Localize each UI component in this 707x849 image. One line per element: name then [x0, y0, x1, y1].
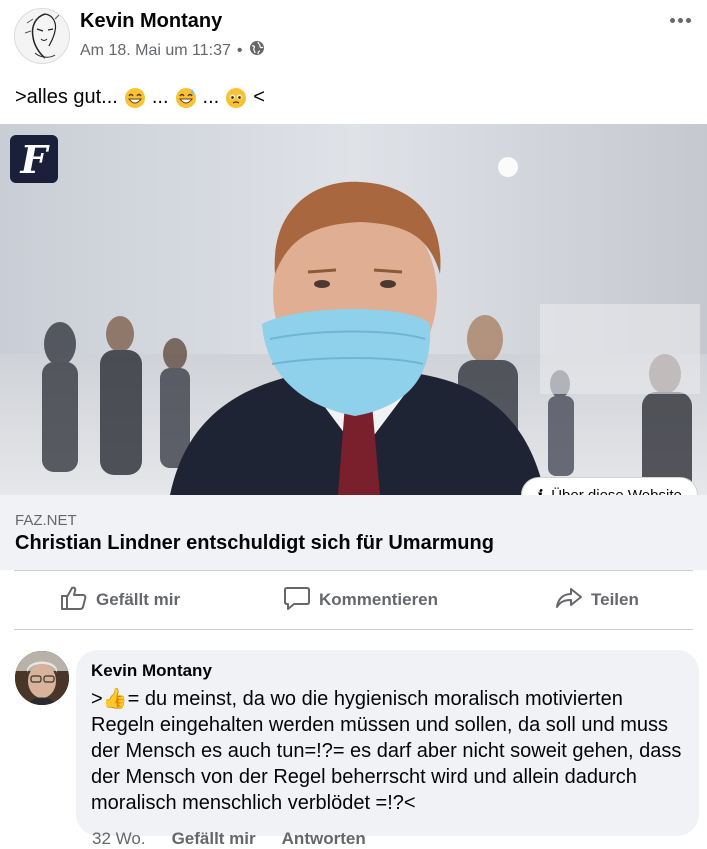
- more-options-icon[interactable]: [665, 8, 695, 32]
- comment-reply-button[interactable]: Antworten: [282, 829, 366, 849]
- share-label: Teilen: [591, 590, 639, 609]
- sweat-smile-emoji: [175, 87, 197, 109]
- post-text-end: <: [253, 86, 265, 108]
- comment-bubble: Kevin Montany >👍= du meinst, da wo die h…: [76, 650, 699, 836]
- commenter-avatar[interactable]: [15, 651, 69, 705]
- post-text-dots-2: ...: [202, 86, 220, 108]
- share-button[interactable]: Teilen: [555, 571, 639, 629]
- thumbs-up-icon: [60, 585, 88, 616]
- like-button[interactable]: Gefällt mir: [60, 571, 180, 629]
- post-timestamp[interactable]: Am 18. Mai um 11:37: [80, 42, 231, 60]
- like-label: Gefällt mir: [96, 590, 181, 609]
- link-preview-image[interactable]: F: [0, 124, 707, 495]
- comment-text: >👍= du meinst, da wo die hygienisch mora…: [91, 688, 682, 814]
- comment-label: Kommentieren: [319, 590, 439, 609]
- comment-button[interactable]: Kommentieren: [283, 571, 438, 629]
- timestamp-separator: •: [236, 41, 243, 59]
- commenter-name[interactable]: Kevin Montany: [91, 661, 212, 681]
- faz-logo: F: [10, 135, 58, 183]
- author-avatar[interactable]: [14, 8, 70, 64]
- pleading-emoji: [225, 87, 247, 109]
- comment-actions: 32 Wo. Gefällt mir Antworten: [92, 829, 366, 849]
- post-text-start: >alles gut...: [15, 86, 118, 108]
- comment-bubble-icon: [283, 585, 311, 616]
- share-arrow-icon: [555, 585, 583, 616]
- link-domain: FAZ.NET: [15, 512, 77, 529]
- grin-emoji: [124, 87, 146, 109]
- comment-age[interactable]: 32 Wo.: [92, 829, 146, 849]
- post-text: >alles gut... ... ... <: [15, 86, 265, 109]
- post-header: Kevin Montany Am 18. Mai um 11:37 •: [0, 0, 707, 70]
- comment-like-button[interactable]: Gefällt mir: [172, 829, 256, 849]
- link-title[interactable]: Christian Lindner entschuldigt sich für …: [15, 532, 494, 555]
- link-preview-meta[interactable]: FAZ.NET Christian Lindner entschuldigt s…: [0, 495, 707, 570]
- post-action-bar: Gefällt mir Kommentieren Teilen: [14, 570, 693, 630]
- post-timestamp-row: Am 18. Mai um 11:37 •: [80, 40, 265, 61]
- author-name[interactable]: Kevin Montany: [80, 10, 222, 33]
- globe-icon: [249, 40, 265, 61]
- post-text-dots-1: ...: [151, 86, 169, 108]
